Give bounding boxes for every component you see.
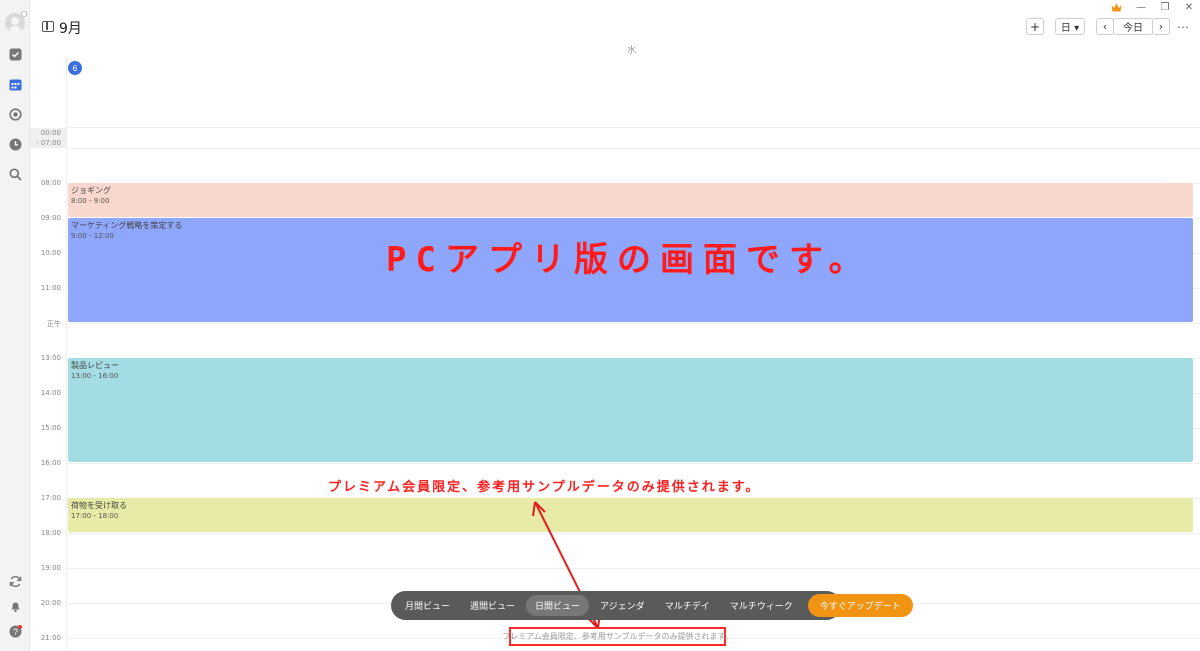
view-select[interactable]: 日 ▾ — [1055, 18, 1085, 35]
annotation-title: PCアプリ版の画面です。 — [386, 240, 872, 280]
restore-button[interactable]: ❐ — [1158, 0, 1172, 14]
event-title: マーケティング戦略を策定する — [71, 221, 183, 230]
prev-button[interactable]: ‹ — [1096, 18, 1114, 35]
hour-label: 16:00 — [40, 459, 61, 467]
day-grid: 6 00:00 - 07:00 08:00 09:00 10:00 11:00 正午 13… — [30, 58, 1200, 651]
view-tab[interactable]: 週間ビュー — [461, 595, 524, 616]
view-switcher: 月間ビュー 週間ビュー 日間ビュー アジェンダ マルチデイ マルチウィーク 今すぐアップデー… — [391, 591, 913, 620]
status-dot-icon — [21, 11, 27, 17]
view-tab[interactable]: 日間ビュー — [526, 595, 590, 616]
next-button[interactable]: › — [1152, 18, 1170, 35]
hour-line — [67, 463, 1200, 464]
date-badge[interactable]: 6 — [68, 61, 82, 75]
hour-line — [67, 323, 1200, 324]
view-tab[interactable]: マルチウィーク — [721, 595, 802, 616]
clock-icon[interactable] — [7, 136, 23, 152]
event-block[interactable]: ジョギング 8:00 - 9:00 — [68, 183, 1193, 217]
hour-label: 15:00 — [40, 424, 61, 432]
calendar-icon[interactable] — [7, 76, 23, 92]
hour-label: 11:00 — [40, 284, 61, 292]
upgrade-button[interactable]: 今すぐアップデート — [807, 594, 913, 617]
today-button[interactable]: 今日 — [1113, 18, 1153, 35]
event-title: ジョギング — [71, 186, 111, 195]
more-button[interactable]: ⋯ — [1174, 18, 1192, 35]
sidebar-toggle-icon[interactable] — [42, 21, 54, 32]
month-title: 9月 — [59, 21, 82, 37]
view-tab[interactable]: マルチデイ — [656, 595, 719, 616]
event-time: 17:00 - 18:00 — [71, 512, 119, 520]
svg-text:?: ? — [12, 626, 17, 636]
event-time: 8:00 - 9:00 — [71, 197, 110, 205]
footer-note: プレミアム会員限定、参考用サンプルデータのみ提供されます。 — [502, 627, 733, 646]
hour-label: 09:00 — [40, 214, 61, 222]
hour-label: 正午 — [47, 320, 61, 328]
collapsed-start-label: 00:00 — [40, 129, 61, 137]
header: 9月 — ❐ ✕ + 日 ▾ ‹ 今日 › ⋯ 水 — [30, 0, 1200, 58]
event-title: 製品レビュー — [71, 361, 119, 370]
weekday-label: 水 — [627, 46, 637, 56]
annotation-note: プレミアム会員限定、参考用サンプルデータのみ提供されます。 — [328, 480, 761, 495]
hour-label: 17:00 — [40, 494, 61, 502]
minimize-button[interactable]: — — [1134, 0, 1148, 14]
task-check-icon[interactable] — [7, 46, 23, 62]
hour-label: 19:00 — [40, 564, 61, 572]
calendar-app: ? 9月 — ❐ ✕ + 日 ▾ ‹ 今日 › ⋯ 水 6 00:00 - 07… — [0, 0, 1200, 651]
event-title: 荷物を受け取る — [71, 501, 127, 510]
sync-icon[interactable] — [7, 573, 23, 589]
all-day-divider — [67, 127, 1200, 128]
view-tab[interactable]: 月間ビュー — [396, 595, 459, 616]
event-block[interactable]: 荷物を受け取る 17:00 - 18:00 — [68, 498, 1193, 532]
hour-label: 18:00 — [40, 529, 61, 537]
help-icon[interactable]: ? — [7, 623, 23, 639]
crown-icon[interactable] — [1109, 0, 1123, 14]
hour-line — [67, 533, 1200, 534]
hour-line — [67, 148, 1200, 149]
event-time: 13:00 - 16:00 — [71, 372, 119, 380]
close-button[interactable]: ✕ — [1182, 0, 1196, 14]
view-tab[interactable]: アジェンダ — [591, 595, 654, 616]
hour-label: 08:00 — [40, 179, 61, 187]
hour-label: 21:00 — [40, 634, 61, 642]
search-icon[interactable] — [7, 166, 23, 182]
bell-icon[interactable] — [7, 598, 23, 614]
collapsed-end-label: - 07:00 — [36, 139, 61, 147]
focus-target-icon[interactable] — [7, 106, 23, 122]
hour-label: 20:00 — [40, 599, 61, 607]
left-rail: ? — [0, 0, 30, 651]
hour-label: 14:00 — [40, 389, 61, 397]
hour-label: 13:00 — [40, 354, 61, 362]
event-block[interactable]: 製品レビュー 13:00 - 16:00 — [68, 358, 1193, 462]
add-event-button[interactable]: + — [1026, 18, 1044, 35]
hour-line — [67, 568, 1200, 569]
hour-label: 10:00 — [40, 249, 61, 257]
